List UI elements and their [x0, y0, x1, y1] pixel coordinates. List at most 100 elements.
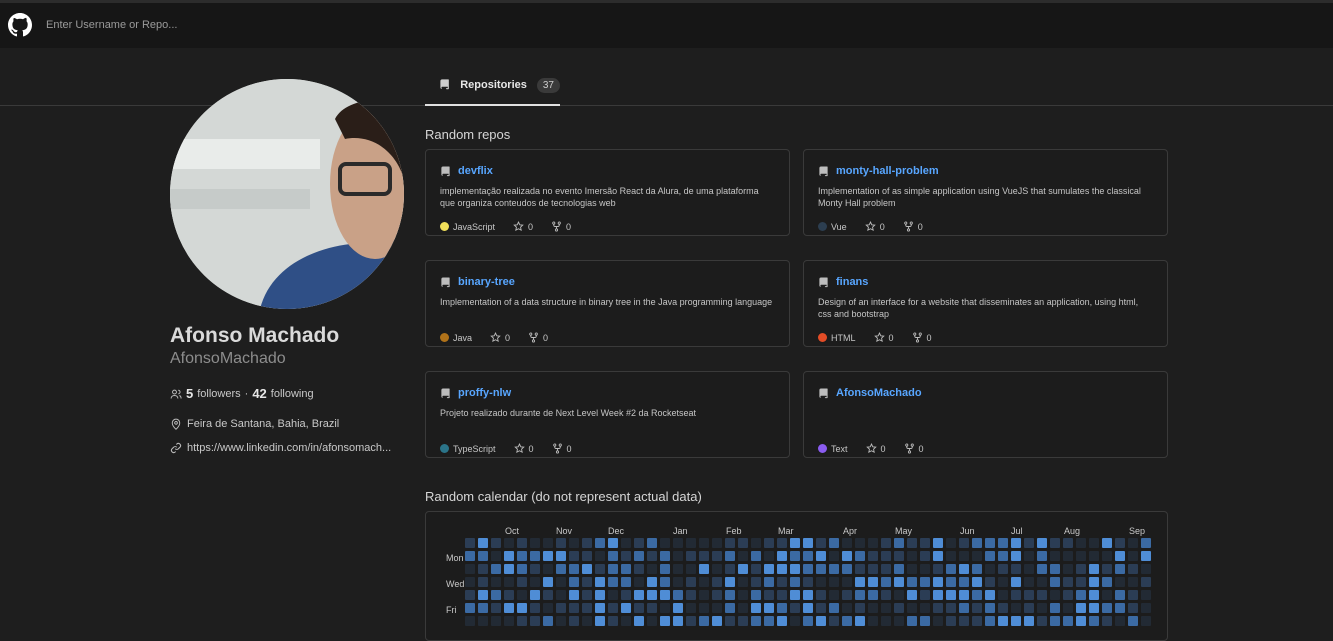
calendar-day-cell [1141, 551, 1151, 561]
repo-name-link[interactable]: monty-hall-problem [836, 165, 939, 177]
calendar-day-cell [933, 538, 943, 548]
calendar-day-cell [985, 538, 995, 548]
repo-meta: Java 0 0 [440, 332, 548, 343]
calendar-day-cell [816, 538, 826, 548]
following-count[interactable]: 42 [252, 386, 266, 401]
followers-count[interactable]: 5 [186, 386, 193, 401]
calendar-day-cell [1011, 590, 1021, 600]
calendar-day-cell [738, 538, 748, 548]
repo-forks: 0 [926, 332, 932, 343]
calendar-day-cell [998, 603, 1008, 613]
repo-card[interactable]: devflix implementação realizada no evento… [425, 149, 790, 236]
repo-name-link[interactable]: binary-tree [458, 276, 515, 288]
calendar-day-cell [465, 538, 475, 548]
calendar-day-cell [634, 616, 644, 626]
calendar-day-cell [608, 603, 618, 613]
calendar-day-cell [1063, 577, 1073, 587]
website-link[interactable]: https://www.linkedin.com/in/afonsomach..… [187, 442, 391, 454]
repo-icon [441, 166, 450, 177]
calendar-day-cell [478, 616, 488, 626]
calendar-day-cell [972, 603, 982, 613]
calendar-day-cell [1063, 551, 1073, 561]
month-label: Jun [960, 526, 975, 536]
repo-name-link[interactable]: proffy-nlw [458, 387, 511, 399]
repo-card[interactable]: monty-hall-problem Implementation of as s… [803, 149, 1168, 236]
calendar-day-cell [855, 577, 865, 587]
calendar-day-cell [920, 564, 930, 574]
tab-repositories[interactable]: Repositories 37 [425, 66, 560, 106]
repo-language: JavaScript [453, 221, 496, 232]
calendar-day-cell [985, 564, 995, 574]
calendar-day-cell [972, 577, 982, 587]
calendar-day-cell [673, 616, 683, 626]
calendar-day-cell [946, 577, 956, 587]
repo-icon [819, 388, 828, 399]
calendar-day-cell [1141, 564, 1151, 574]
calendar-day-cell [1089, 590, 1099, 600]
repo-card[interactable]: AfonsoMachado Text 0 0 [803, 371, 1168, 458]
calendar-day-cell [660, 616, 670, 626]
calendar-day-cell [946, 538, 956, 548]
calendar-day-cell [1024, 538, 1034, 548]
calendar-day-cell [673, 564, 683, 574]
repo-card[interactable]: finans Design of an interface for a websi… [803, 260, 1168, 347]
calendar-day-cell [881, 564, 891, 574]
calendar-day-cell [569, 616, 579, 626]
repo-forks: 0 [543, 332, 549, 343]
month-label: Dec [608, 526, 625, 536]
calendar-day-cell [998, 538, 1008, 548]
calendar-day-cell [1141, 538, 1151, 548]
calendar-day-cell [543, 603, 553, 613]
calendar-day-cell [634, 577, 644, 587]
calendar-day-cell [569, 577, 579, 587]
github-mark-icon[interactable] [8, 13, 32, 37]
calendar-day-cell [595, 603, 605, 613]
following-label[interactable]: following [271, 388, 314, 400]
calendar-day-cell [777, 616, 787, 626]
calendar-day-cell [621, 616, 631, 626]
calendar-day-cell [790, 590, 800, 600]
calendar-day-cell [1128, 538, 1138, 548]
followers-label[interactable]: followers [197, 388, 240, 400]
calendar-day-cell [1050, 538, 1060, 548]
repo-card[interactable]: proffy-nlw Projeto realizado durante de N… [425, 371, 790, 458]
calendar-day-cell [543, 590, 553, 600]
repo-name-link[interactable]: devflix [458, 165, 493, 177]
calendar-day-cell [1141, 603, 1151, 613]
calendar-day-cell [686, 577, 696, 587]
calendar-day-cell [998, 590, 1008, 600]
calendar-day-cell [725, 616, 735, 626]
repo-stars: 0 [505, 332, 511, 343]
calendar-day-cell [569, 603, 579, 613]
day-label: Mon [446, 553, 464, 563]
contribution-calendar: Oct Nov Dec Jan Feb Mar Apr May Jun Jul Aug Sep Mon… [425, 511, 1168, 641]
repo-icon [819, 277, 828, 288]
calendar-day-cell [712, 538, 722, 548]
calendar-day-cell [1115, 616, 1125, 626]
calendar-day-cell [1024, 577, 1034, 587]
calendar-day-cell [465, 551, 475, 561]
repo-card[interactable]: binary-tree Implementation of a data stru… [425, 260, 790, 347]
calendar-day-cell [465, 616, 475, 626]
calendar-day-cell [816, 551, 826, 561]
fork-icon [912, 332, 922, 343]
repo-name-link[interactable]: finans [836, 276, 868, 288]
calendar-day-cell [725, 538, 735, 548]
calendar-day-cell [777, 551, 787, 561]
calendar-day-cell [621, 538, 631, 548]
calendar-day-cell [530, 590, 540, 600]
calendar-day-cell [933, 551, 943, 561]
repo-name-link[interactable]: AfonsoMachado [836, 387, 922, 399]
calendar-day-cell [595, 564, 605, 574]
calendar-day-cell [647, 577, 657, 587]
calendar-day-cell [933, 603, 943, 613]
calendar-day-cell [530, 551, 540, 561]
calendar-day-cell [686, 590, 696, 600]
calendar-day-cell [894, 590, 904, 600]
calendar-day-cell [647, 616, 657, 626]
calendar-day-cell [842, 538, 852, 548]
search-input[interactable] [46, 12, 646, 38]
calendar-day-cell [478, 603, 488, 613]
calendar-day-cell [855, 551, 865, 561]
location-text: Feira de Santana, Bahia, Brazil [187, 418, 340, 430]
